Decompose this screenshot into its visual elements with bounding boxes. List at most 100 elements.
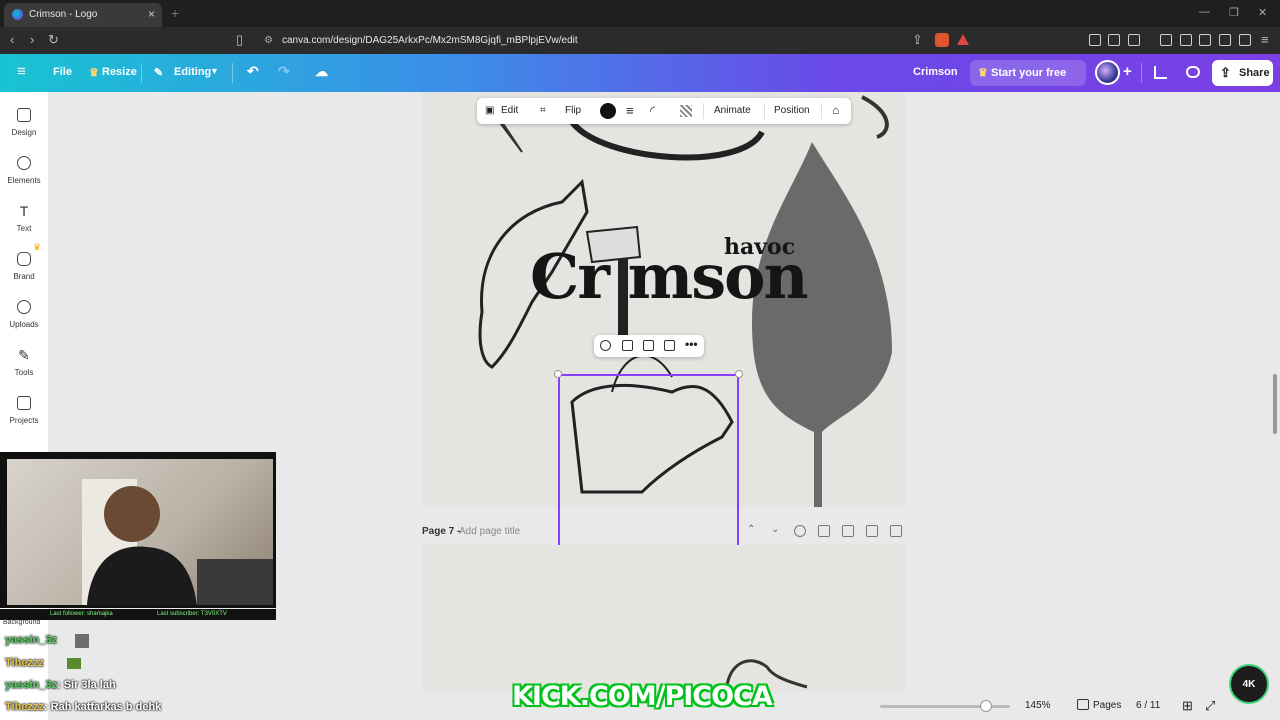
copy-style-icon[interactable]: ⌂ (832, 103, 839, 117)
forward-icon[interactable]: › (30, 32, 34, 47)
bookmark-icon[interactable]: ▯ (236, 32, 243, 48)
design-title[interactable]: Crimson (913, 66, 958, 78)
url-field[interactable]: ⚙ canva.com/design/DAG25ArkxPc/Mx2mSM8Gj… (258, 30, 978, 51)
file-menu[interactable]: File (53, 66, 72, 78)
animate-button[interactable]: Animate (714, 105, 751, 116)
fullscreen-icon[interactable]: ⤢ (1205, 698, 1215, 714)
grid-view-icon[interactable]: ⊞ (1182, 698, 1193, 714)
maximize-icon[interactable]: ❐ (1229, 6, 1239, 19)
canva-favicon-icon (12, 9, 23, 20)
wallet-icon[interactable] (1199, 34, 1211, 46)
chat-message: yassin_3z: Sir 3la lah (5, 679, 116, 691)
sidebar-item-design[interactable]: Design (0, 108, 48, 137)
crown-icon: ♛ (978, 67, 988, 79)
start-trial-button[interactable]: ♛ Start your free trial (970, 60, 1086, 105)
resize-handle[interactable] (554, 370, 562, 378)
vpn-icon[interactable] (1239, 34, 1251, 46)
corner-rounding-icon[interactable]: ◜ (650, 103, 655, 119)
hamburger-menu-icon[interactable]: ≡ (17, 63, 26, 80)
more-options-icon[interactable]: ••• (685, 337, 698, 351)
projects-icon (17, 396, 31, 410)
brave-shield-icon[interactable] (935, 33, 949, 47)
chevron-up-icon[interactable]: ⌃ (747, 524, 755, 535)
extension-icon[interactable] (1128, 34, 1140, 46)
crown-icon: ♛ (33, 242, 42, 252)
page-7-artwork (725, 659, 808, 689)
hide-page-icon[interactable] (794, 525, 806, 537)
sidebar-item-elements[interactable]: Elements (0, 156, 48, 185)
extension-icon[interactable] (1089, 34, 1101, 46)
minimize-icon[interactable]: — (1199, 6, 1210, 18)
share-button[interactable]: ⇪ Share (1212, 60, 1273, 86)
sidebar-item-brand[interactable]: Brand ♛ (0, 242, 48, 281)
redo-icon[interactable]: ↷ (278, 63, 290, 80)
background-label: Background (3, 619, 41, 626)
tab-close-icon[interactable]: × (148, 7, 155, 21)
delete-icon[interactable] (664, 340, 675, 351)
crop-icon[interactable]: ⌗ (540, 105, 546, 116)
lock-icon[interactable] (622, 340, 633, 351)
sidebar-item-tools[interactable]: ✎ Tools (0, 348, 48, 377)
vertical-scrollbar[interactable] (1273, 374, 1277, 434)
brave-rewards-icon[interactable] (957, 34, 969, 45)
leo-icon[interactable] (1219, 34, 1231, 46)
zoom-slider[interactable] (880, 700, 1010, 712)
avatar[interactable] (1095, 60, 1120, 85)
sidebar-toggle-icon[interactable] (1180, 34, 1192, 46)
pages-button[interactable]: Pages (1093, 700, 1121, 711)
menu-icon[interactable]: ≡ (1261, 32, 1269, 47)
divider (1141, 63, 1142, 83)
undo-icon[interactable]: ↶ (247, 63, 259, 80)
page-number-label: Page 7 - (422, 526, 461, 537)
chat-text: : Sir 3la lah (56, 679, 116, 691)
flip-button[interactable]: Flip (565, 105, 581, 116)
zoom-slider-knob[interactable] (980, 700, 992, 712)
chevron-down-icon[interactable]: ▼ (210, 66, 219, 76)
insights-icon[interactable] (1154, 66, 1167, 79)
regenerate-icon[interactable] (600, 340, 611, 351)
add-page-icon[interactable] (890, 525, 902, 537)
color-swatch[interactable] (600, 103, 616, 119)
brand-icon (17, 252, 31, 266)
streamer-head (104, 486, 160, 542)
position-button[interactable]: Position (774, 105, 810, 116)
zoom-value[interactable]: 145% (1025, 700, 1051, 711)
duplicate-page-icon[interactable] (842, 525, 854, 537)
delete-page-icon[interactable] (866, 525, 878, 537)
download-icon[interactable] (1160, 34, 1172, 46)
extension-icon[interactable] (1108, 34, 1120, 46)
sidebar-item-text[interactable]: T Text (0, 204, 48, 233)
edit-button[interactable]: Edit (501, 105, 518, 116)
comment-icon[interactable] (1186, 66, 1200, 78)
site-info-icon[interactable]: ⚙ (264, 30, 273, 51)
back-icon[interactable]: ‹ (10, 32, 14, 47)
browser-tab-bar: Crimson - Logo × + — ❐ ✕ (0, 0, 1280, 27)
divider (141, 63, 142, 83)
editing-mode-button[interactable]: Editing (174, 66, 211, 78)
divider (703, 103, 704, 119)
4k-badge: 4K (1229, 664, 1269, 704)
resize-handle[interactable] (735, 370, 743, 378)
page-title-input[interactable]: Add page title (459, 526, 520, 537)
sidebar-item-label: Elements (7, 176, 41, 185)
border-style-icon[interactable]: ≡ (626, 103, 634, 118)
lock-page-icon[interactable] (818, 525, 830, 537)
desk (197, 559, 273, 605)
resize-button[interactable]: Resize (102, 66, 137, 78)
new-tab-icon[interactable]: + (171, 5, 179, 21)
share-page-icon[interactable]: ⇪ (912, 32, 923, 48)
sidebar-item-uploads[interactable]: Uploads (0, 300, 48, 329)
sidebar-item-label: Tools (14, 368, 34, 377)
transparency-icon[interactable] (680, 105, 692, 117)
browser-tab[interactable]: Crimson - Logo × (4, 3, 162, 27)
reload-icon[interactable]: ↻ (48, 32, 59, 48)
duplicate-icon[interactable] (643, 340, 654, 351)
selection-quick-actions: ••• (594, 335, 704, 357)
sidebar-item-projects[interactable]: Projects (0, 396, 48, 425)
add-collaborator-icon[interactable]: + (1123, 63, 1132, 80)
window-close-icon[interactable]: ✕ (1258, 6, 1267, 19)
design-page-7[interactable] (422, 545, 906, 692)
cloud-saved-icon[interactable]: ☁ (315, 64, 328, 80)
emote-icon (67, 658, 81, 669)
chevron-down-icon[interactable]: ⌄ (771, 524, 779, 535)
